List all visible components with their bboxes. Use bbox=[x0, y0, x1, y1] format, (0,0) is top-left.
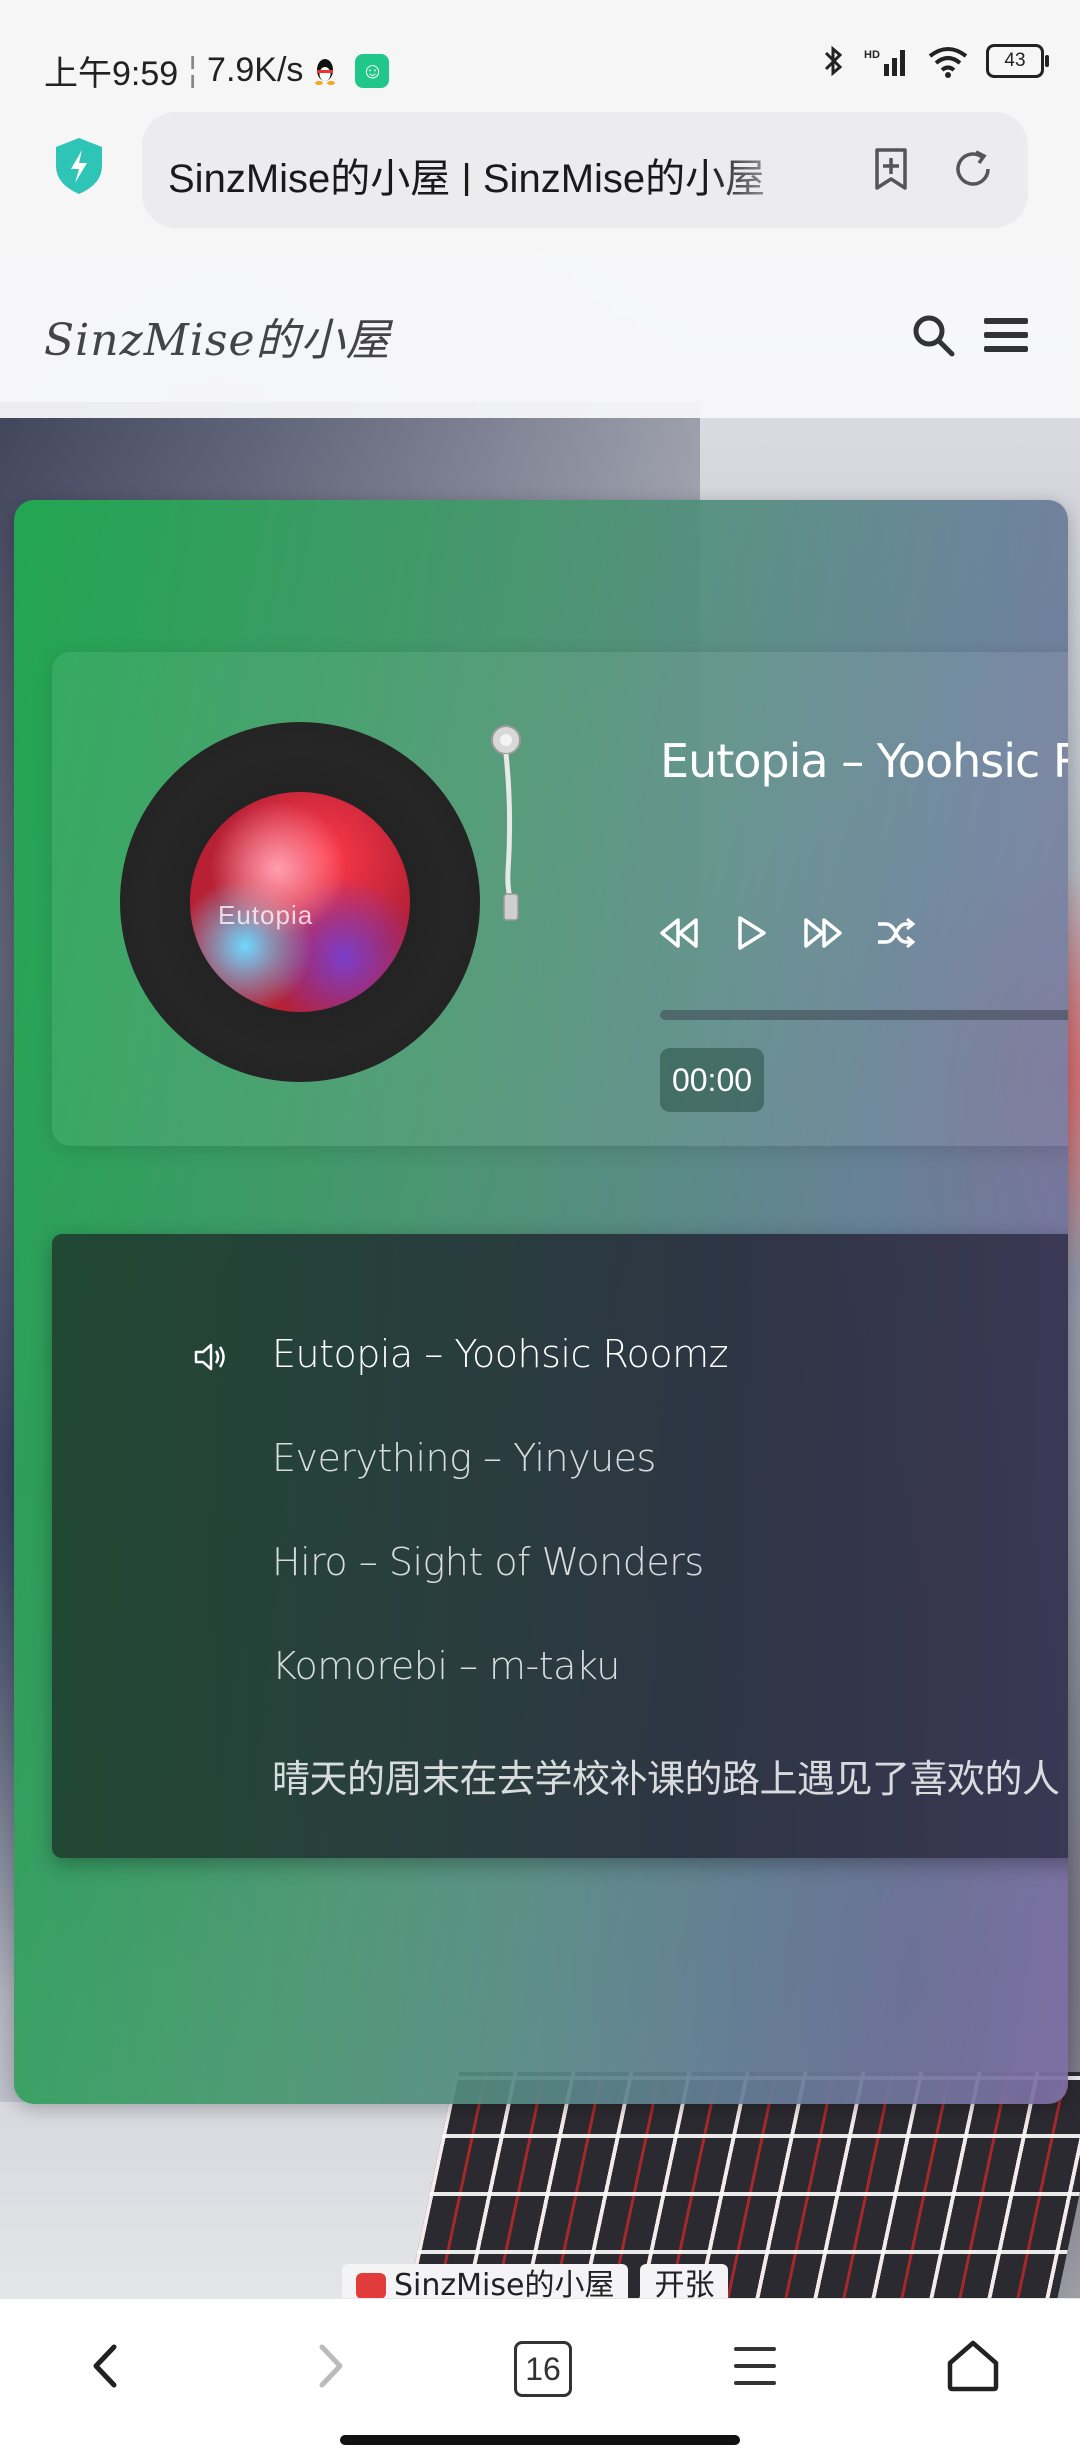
open-chip[interactable]: 开张 bbox=[640, 2264, 729, 2298]
status-right: HD 43 bbox=[818, 44, 1049, 78]
now-playing-title: Eutopia – Yoohsic Roomz bbox=[660, 734, 1068, 788]
playback-controls bbox=[656, 910, 918, 956]
url-title-text: SinzMise的小屋 | SinzMise的小屋 bbox=[168, 157, 766, 196]
playlist: Eutopia – Yoohsic Roomz Everything – Yin… bbox=[52, 1234, 1068, 1858]
playlist-item[interactable]: 晴天的周末在去学校补课的路上遇见了喜欢的人 bbox=[272, 1748, 1060, 1803]
refresh-icon[interactable] bbox=[948, 144, 998, 194]
battery-indicator: 43 bbox=[986, 44, 1049, 78]
site-favicon-icon bbox=[356, 2273, 386, 2298]
security-shield-icon[interactable] bbox=[52, 136, 106, 196]
playlist-item[interactable]: Hiro – Sight of Wonders bbox=[272, 1540, 704, 1584]
status-network-speed: 7.9K/s bbox=[207, 51, 304, 89]
status-bar: 上午9:59 ¦ 7.9K/s ☺ HD 43 bbox=[0, 0, 1080, 100]
bluetooth-icon bbox=[824, 45, 843, 77]
album-cover: Eutopia bbox=[190, 792, 410, 1012]
signal-icon: HD bbox=[864, 49, 905, 76]
site-header: SinzMise的小屋 bbox=[0, 252, 1080, 418]
speaker-icon bbox=[194, 1343, 225, 1371]
browser-address-bar: SinzMise的小屋 | SinzMise的小屋 bbox=[0, 100, 1080, 252]
status-time: 上午9:59 bbox=[44, 55, 179, 93]
search-icon[interactable] bbox=[910, 312, 956, 358]
web-page: SinzMise的小屋 Eutopia Eutopia – Yoohsic 00… bbox=[0, 252, 1080, 2298]
site-title[interactable]: SinzMise的小屋 bbox=[44, 304, 390, 368]
app-notification-icon: ☺ bbox=[355, 53, 390, 88]
tab-count-button[interactable]: 16 bbox=[514, 2341, 572, 2397]
add-bookmark-icon[interactable] bbox=[866, 144, 916, 194]
home-icon[interactable] bbox=[938, 2331, 1008, 2401]
status-separator: ¦ bbox=[188, 51, 198, 89]
browser-bottom-nav: 16 bbox=[0, 2298, 1080, 2461]
url-field[interactable]: SinzMise的小屋 | SinzMise的小屋 bbox=[142, 112, 1028, 228]
fast-forward-icon[interactable] bbox=[800, 910, 846, 956]
playlist-item[interactable]: Komorebi – m-taku bbox=[272, 1644, 620, 1688]
svg-text:HD: HD bbox=[864, 49, 880, 61]
open-chip-label: 开张 bbox=[654, 2268, 715, 2298]
qq-penguin-icon bbox=[315, 58, 336, 85]
back-arrow-icon[interactable] bbox=[72, 2331, 142, 2401]
cover-text: Eutopia bbox=[218, 900, 314, 930]
music-player: Eutopia Eutopia – Yoohsic Roomz bbox=[14, 500, 1068, 2104]
wifi-icon bbox=[928, 47, 968, 78]
hamburger-menu-icon[interactable] bbox=[720, 2331, 790, 2401]
vinyl-record: Eutopia bbox=[120, 722, 480, 1082]
playlist-item[interactable]: Eutopia – Yoohsic Roomz bbox=[272, 1332, 729, 1376]
site-chip[interactable]: SinzMise的小屋 bbox=[342, 2264, 629, 2298]
play-icon[interactable] bbox=[728, 910, 774, 956]
home-indicator-bar[interactable] bbox=[340, 2435, 740, 2445]
progress-bar[interactable] bbox=[660, 1010, 1068, 1020]
status-left: 上午9:59 ¦ 7.9K/s ☺ bbox=[44, 46, 390, 95]
menu-icon[interactable] bbox=[982, 314, 1030, 356]
tonearm-icon bbox=[491, 725, 521, 921]
site-chip-label: SinzMise的小屋 bbox=[394, 2268, 615, 2298]
shuffle-icon[interactable] bbox=[872, 910, 918, 956]
rewind-icon[interactable] bbox=[656, 910, 702, 956]
now-playing-panel: Eutopia Eutopia – Yoohsic Roomz bbox=[52, 652, 1068, 1146]
bottom-page-chips: SinzMise的小屋 开张 bbox=[342, 2264, 729, 2298]
playlist-item[interactable]: Everything – Yinyues bbox=[272, 1436, 656, 1480]
forward-arrow-icon[interactable] bbox=[294, 2331, 364, 2401]
current-time: 00:00 bbox=[660, 1048, 764, 1112]
